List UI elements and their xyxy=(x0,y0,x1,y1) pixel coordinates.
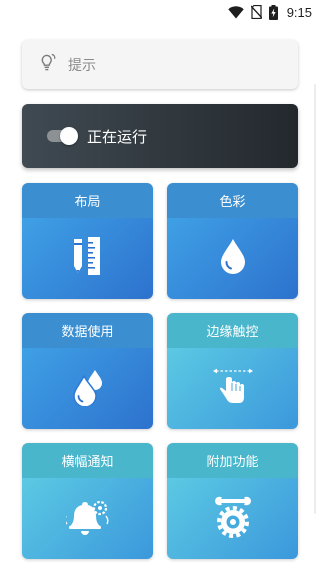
data-drops-icon xyxy=(70,368,106,410)
tile-body xyxy=(22,348,153,429)
wrench-gear-icon xyxy=(211,495,255,543)
tile-header: 附加功能 xyxy=(167,443,298,478)
clock: 9:15 xyxy=(286,4,312,20)
tile-body xyxy=(22,218,153,299)
tile-extra-features[interactable]: 附加功能 xyxy=(167,443,298,559)
tile-header: 横幅通知 xyxy=(22,443,153,478)
tile-header: 边缘触控 xyxy=(167,313,298,348)
bell-gear-icon xyxy=(64,496,110,542)
tile-edge-touch[interactable]: 边缘触控 xyxy=(167,313,298,429)
tile-header: 数据使用 xyxy=(22,313,153,348)
tile-label: 横幅通知 xyxy=(61,455,114,470)
tile-header: 色彩 xyxy=(167,183,298,218)
lightbulb-icon xyxy=(39,53,56,76)
battery-charging-icon xyxy=(268,4,278,20)
swipe-gesture-icon xyxy=(212,367,254,411)
tile-data-usage[interactable]: 数据使用 xyxy=(22,313,153,429)
pencil-ruler-icon xyxy=(71,236,105,282)
water-drop-icon xyxy=(218,238,248,280)
wifi-icon xyxy=(227,5,244,19)
tile-body xyxy=(167,218,298,299)
service-status-card[interactable]: 正在运行 xyxy=(22,104,298,168)
toggle-knob xyxy=(60,127,78,145)
service-status-label: 正在运行 xyxy=(87,127,148,146)
service-toggle[interactable] xyxy=(47,127,78,145)
tile-label: 数据使用 xyxy=(61,325,114,340)
tile-label: 附加功能 xyxy=(206,455,259,470)
tile-color[interactable]: 色彩 xyxy=(167,183,298,299)
tile-label: 边缘触控 xyxy=(206,325,259,340)
scrollbar[interactable] xyxy=(314,84,316,514)
tile-body xyxy=(167,348,298,429)
tile-label: 色彩 xyxy=(219,195,246,210)
tile-body xyxy=(167,478,298,559)
tile-body xyxy=(22,478,153,559)
tile-banner-notification[interactable]: 横幅通知 xyxy=(22,443,153,559)
tile-header: 布局 xyxy=(22,183,153,218)
tile-layout[interactable]: 布局 xyxy=(22,183,153,299)
hint-card[interactable]: 提示 xyxy=(22,40,298,89)
hint-label: 提示 xyxy=(68,57,96,74)
no-sim-icon xyxy=(250,5,262,19)
tile-label: 布局 xyxy=(74,195,101,210)
status-bar: 9:15 xyxy=(0,0,320,24)
